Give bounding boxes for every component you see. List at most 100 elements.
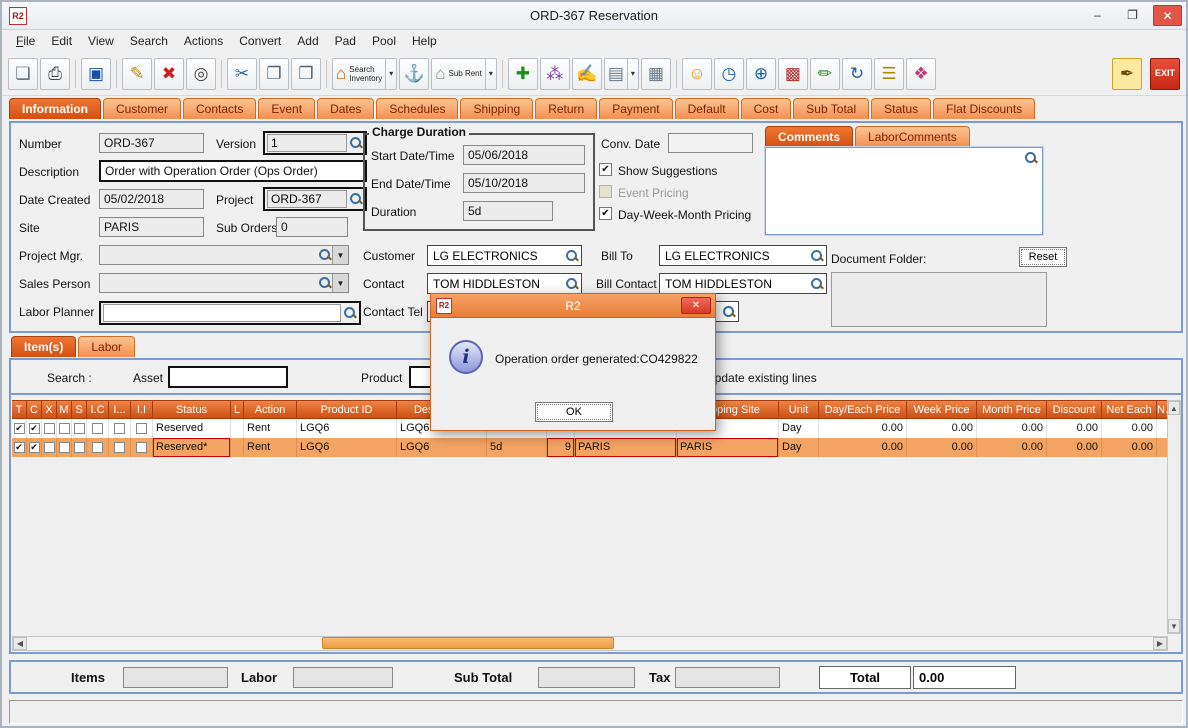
tab-shipping[interactable]: Shipping — [460, 98, 533, 119]
table-cell[interactable]: 0.00 — [819, 419, 907, 438]
day-week-month-checkbox[interactable]: ✔ — [599, 207, 612, 220]
clock-button[interactable]: ◷ — [714, 58, 744, 90]
close-button[interactable]: ✕ — [1153, 5, 1182, 26]
tab-schedules[interactable]: Schedules — [376, 98, 458, 119]
group-button[interactable]: ⁂ — [540, 58, 570, 90]
title-bar[interactable]: R2 ORD-367 Reservation – ❐ ✕ — [2, 2, 1186, 30]
column-header-t[interactable]: T — [12, 400, 27, 419]
table-cell[interactable]: PARIS — [575, 438, 677, 457]
column-header-week-price[interactable]: Week Price — [907, 400, 977, 419]
new-document-button[interactable]: ❏ — [8, 58, 38, 90]
menu-search[interactable]: Search — [122, 30, 176, 52]
colors-button[interactable]: ❖ — [906, 58, 936, 90]
column-header-discount[interactable]: Discount — [1047, 400, 1102, 419]
menu-pool[interactable]: Pool — [364, 30, 404, 52]
copy-button[interactable]: ❐ — [259, 58, 289, 90]
end-date-field[interactable]: 05/10/2018 — [463, 173, 585, 193]
column-header-i-c[interactable]: I.C — [87, 400, 109, 419]
version-lookup-icon[interactable] — [349, 136, 363, 150]
tab-event[interactable]: Event — [258, 98, 315, 119]
column-header-month-price[interactable]: Month Price — [977, 400, 1047, 419]
sub-rent-button-dropdown-icon[interactable]: ▾ — [485, 59, 493, 89]
column-header-l[interactable]: L — [231, 400, 244, 419]
tab-return[interactable]: Return — [535, 98, 597, 119]
row-checkbox[interactable]: ✔ — [29, 423, 40, 434]
reset-button[interactable]: Reset — [1019, 247, 1067, 267]
dialog-close-button[interactable]: ✕ — [681, 297, 711, 314]
sub-orders-field[interactable]: 0 — [276, 217, 348, 237]
start-date-field[interactable]: 05/06/2018 — [463, 145, 585, 165]
column-header-c[interactable]: C — [27, 400, 42, 419]
table-cell[interactable]: LGQ6 — [397, 438, 487, 457]
scroll-right-icon[interactable]: ▶ — [1153, 637, 1167, 650]
row-checkbox[interactable] — [136, 442, 147, 453]
tab-information[interactable]: Information — [9, 98, 101, 119]
row-checkbox[interactable] — [114, 442, 125, 453]
hscroll-thumb[interactable] — [322, 637, 614, 649]
scroll-up-icon[interactable]: ▲ — [1168, 401, 1180, 415]
tab-flat-discounts[interactable]: Flat Discounts — [933, 98, 1035, 119]
customer-value[interactable]: LG ELECTRONICS — [430, 249, 565, 263]
table-cell[interactable] — [231, 438, 244, 457]
edit-button[interactable]: ✎ — [122, 58, 152, 90]
cube-button[interactable]: ▩ — [778, 58, 808, 90]
bill-contact-field[interactable]: TOM HIDDLESTON — [659, 273, 827, 294]
table-cell[interactable]: LGQ6 — [297, 419, 397, 438]
scroll-down-icon[interactable]: ▼ — [1168, 619, 1180, 633]
hscroll-track[interactable] — [27, 637, 1153, 650]
globe-button[interactable]: ⊕ — [746, 58, 776, 90]
column-header-unit[interactable]: Unit — [779, 400, 819, 419]
row-checkbox[interactable]: ✔ — [14, 442, 25, 453]
row-checkbox[interactable] — [92, 423, 103, 434]
anchor-button[interactable]: ⚓ — [399, 58, 429, 90]
customer-lookup-icon[interactable] — [565, 249, 579, 263]
table-cell[interactable]: 0.00 — [1047, 419, 1102, 438]
description-field[interactable]: Order with Operation Order (Ops Order) — [99, 160, 367, 182]
menu-add[interactable]: Add — [289, 30, 326, 52]
date-created-field[interactable]: 05/02/2018 — [99, 189, 204, 209]
column-header-day-each-price[interactable]: Day/Each Price — [819, 400, 907, 419]
column-header-i-i[interactable]: I.I — [131, 400, 153, 419]
add-button[interactable]: ✚ — [508, 58, 538, 90]
row-checkbox[interactable] — [44, 442, 55, 453]
column-header-status[interactable]: Status — [153, 400, 231, 419]
table-cell[interactable]: Reserved — [153, 419, 231, 438]
number-field[interactable]: ORD-367 — [99, 133, 204, 153]
cut-button[interactable]: ✂ — [227, 58, 257, 90]
wand-button[interactable]: ✒ — [1112, 58, 1142, 90]
sales-person-lookup-icon[interactable] — [318, 276, 332, 290]
table-cell[interactable]: 0.00 — [1102, 438, 1157, 457]
save-button[interactable]: ▣ — [81, 58, 111, 90]
menu-edit[interactable]: Edit — [43, 30, 80, 52]
tab-default[interactable]: Default — [675, 98, 739, 119]
bill-contact-value[interactable]: TOM HIDDLESTON — [662, 277, 810, 291]
edit-note-button[interactable]: ✍ — [572, 58, 602, 90]
search-inventory-button[interactable]: ⌂SearchInventory▾ — [332, 58, 397, 90]
show-suggestions-checkbox[interactable]: ✔ — [599, 163, 612, 176]
table-row[interactable]: ✔✔Reserved*RentLGQ6LGQ65d9PARISPARISDay0… — [12, 438, 1171, 457]
project-mgr-field[interactable]: ▼ — [99, 245, 349, 265]
labor-planner-field[interactable] — [103, 304, 341, 322]
table-cell[interactable]: 0.00 — [977, 419, 1047, 438]
scroll-left-icon[interactable]: ◀ — [13, 637, 27, 650]
row-checkbox[interactable] — [59, 442, 70, 453]
contact-tel-lookup-icon[interactable] — [722, 305, 736, 319]
row-checkbox[interactable]: ✔ — [14, 423, 25, 434]
minimize-button[interactable]: – — [1083, 5, 1112, 26]
contact-lookup-icon[interactable] — [565, 277, 579, 291]
contact-field[interactable]: TOM HIDDLESTON — [427, 273, 582, 294]
site-field[interactable]: PARIS — [99, 217, 204, 237]
row-checkbox[interactable] — [44, 423, 55, 434]
bill-to-lookup-icon[interactable] — [810, 249, 824, 263]
tab-contacts[interactable]: Contacts — [183, 98, 256, 119]
table-cell[interactable]: 5d — [487, 438, 547, 457]
asset-input[interactable] — [168, 366, 288, 388]
project-mgr-lookup-icon[interactable] — [318, 248, 332, 262]
table-cell[interactable]: Rent — [244, 438, 297, 457]
ok-button[interactable]: OK — [535, 402, 613, 422]
money-button[interactable]: ☰ — [874, 58, 904, 90]
bill-contact-lookup-icon[interactable] — [810, 277, 824, 291]
horizontal-scrollbar[interactable]: ◀ ▶ — [12, 636, 1168, 651]
column-header-action[interactable]: Action — [244, 400, 297, 419]
version-field[interactable]: 1 — [267, 134, 347, 152]
